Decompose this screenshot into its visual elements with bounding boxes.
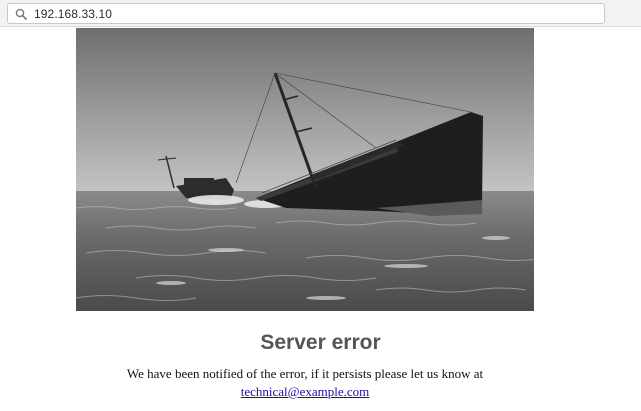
ship-sinking-photo	[76, 28, 534, 311]
error-message-text: We have been notified of the error, if i…	[126, 366, 484, 381]
search-icon	[12, 5, 30, 23]
address-bar-url[interactable]: 192.168.33.10	[34, 7, 112, 21]
error-message: We have been notified of the error, if i…	[0, 365, 610, 401]
error-title: Server error	[260, 331, 381, 354]
address-bar[interactable]: 192.168.33.10	[7, 3, 605, 24]
support-email-link[interactable]: technical@example.com	[0, 383, 610, 401]
browser-toolbar: 192.168.33.10	[0, 0, 641, 27]
